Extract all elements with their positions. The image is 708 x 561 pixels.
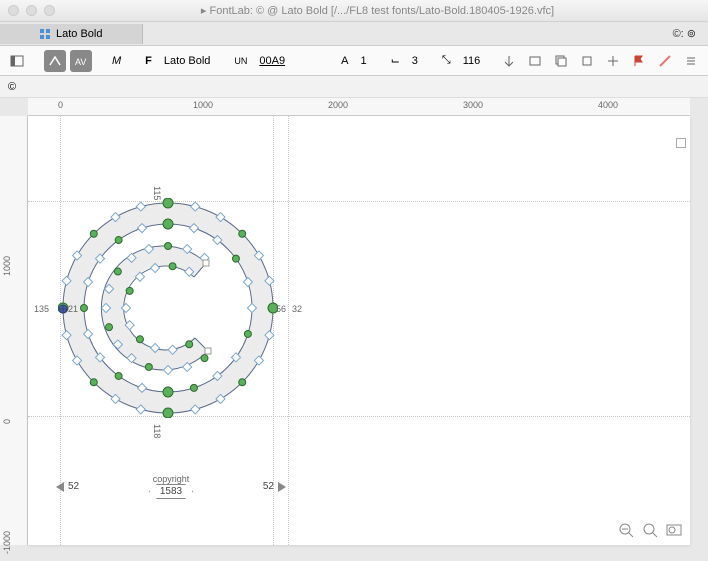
svg-text:AV: AV [75, 57, 86, 67]
ruler-tick: 1000 [2, 256, 12, 276]
guide-line[interactable] [288, 116, 289, 545]
toolbar: AV M F Lato Bold UN 00A9 A 1 ⌙ 3 ⤡ 116 [0, 46, 708, 76]
ruler-tick: 4000 [598, 100, 618, 110]
lsb-value[interactable]: 52 [68, 481, 79, 492]
anchors-value: 116 [459, 55, 485, 67]
bottom-metric-label: 118 [152, 424, 162, 438]
next-glyph-arrow[interactable] [278, 482, 286, 492]
glyph-canvas[interactable]: 115 118 135 21 56 32 52 copyright 1583 5… [28, 116, 690, 545]
right-metric-2: 32 [292, 304, 302, 314]
f-label: F [141, 55, 156, 67]
canvas-corner-icon[interactable] [676, 138, 686, 148]
left-metric-label: 135 [34, 304, 49, 314]
window-titlebar: ▸ FontLab: © @ Lato Bold [/.../FL8 test … [0, 0, 708, 22]
anchor-node[interactable] [56, 302, 70, 316]
layers-icon: ⌙ [387, 54, 404, 67]
font-name-field[interactable]: Lato Bold [160, 55, 214, 67]
zoom-window[interactable] [44, 5, 55, 16]
unicode-label: UN [230, 56, 251, 66]
tool-button-3[interactable] [550, 50, 572, 72]
top-metric-label: 115 [152, 186, 162, 200]
prev-glyph-arrow[interactable] [56, 482, 64, 492]
a-value: 1 [356, 55, 370, 67]
rsb-value[interactable]: 52 [263, 481, 274, 492]
advance-width-value[interactable]: 1583 [149, 484, 193, 499]
current-glyph[interactable]: © [8, 81, 16, 93]
ruler-tick: 2000 [328, 100, 348, 110]
anchors-icon: ⤡ [438, 54, 455, 67]
vertical-ruler[interactable]: 0 1000 -1000 [0, 116, 28, 545]
tab-bar: Lato Bold ©: ⊚ [0, 22, 708, 46]
font-tab[interactable]: Lato Bold [0, 24, 143, 44]
horizontal-ruler[interactable]: 0 1000 2000 3000 4000 [28, 98, 690, 116]
unicode-value[interactable]: 00A9 [255, 55, 289, 67]
more-button[interactable] [680, 50, 702, 72]
tool-button-5[interactable] [602, 50, 624, 72]
ruler-tick: 1000 [193, 100, 213, 110]
layers-value: 3 [408, 55, 422, 67]
ruler-tick: -1000 [2, 531, 12, 554]
close-window[interactable] [8, 5, 19, 16]
advance-width-row: 52 copyright 1583 52 [56, 474, 286, 499]
zoom-fit-icon[interactable] [666, 522, 682, 541]
kerning-mode-button[interactable]: AV [70, 50, 92, 72]
tool-button-4[interactable] [576, 50, 598, 72]
metrics-mode-button[interactable] [44, 50, 66, 72]
right-metric-1: 56 [276, 304, 286, 314]
tool-button-1[interactable] [498, 50, 520, 72]
workspace: 0 1000 2000 3000 4000 0 1000 -1000 [0, 98, 708, 561]
ruler-tick: 3000 [463, 100, 483, 110]
glyph-outline[interactable] [58, 198, 278, 418]
glyph-name[interactable]: copyright [149, 474, 193, 484]
tab-label: Lato Bold [56, 28, 102, 40]
a-label: A [337, 55, 352, 67]
ruler-tick: 0 [2, 419, 12, 424]
minimize-window[interactable] [26, 5, 37, 16]
flag-button[interactable] [628, 50, 650, 72]
traffic-lights [8, 5, 55, 16]
ruler-tick: 0 [58, 100, 63, 110]
tool-button-2[interactable] [524, 50, 546, 72]
window-title: ▸ FontLab: © @ Lato Bold [/.../FL8 test … [55, 4, 700, 17]
zoom-in-icon[interactable] [642, 522, 658, 541]
zoom-out-icon[interactable] [618, 522, 634, 541]
glyph-bar: © [0, 76, 708, 98]
zoom-tools [618, 522, 682, 541]
m-label: M [108, 55, 125, 67]
color-button[interactable] [654, 50, 676, 72]
grid-icon [40, 29, 50, 39]
panel-toggle-button[interactable] [6, 50, 28, 72]
tab-right-info: ©: ⊚ [673, 27, 708, 40]
